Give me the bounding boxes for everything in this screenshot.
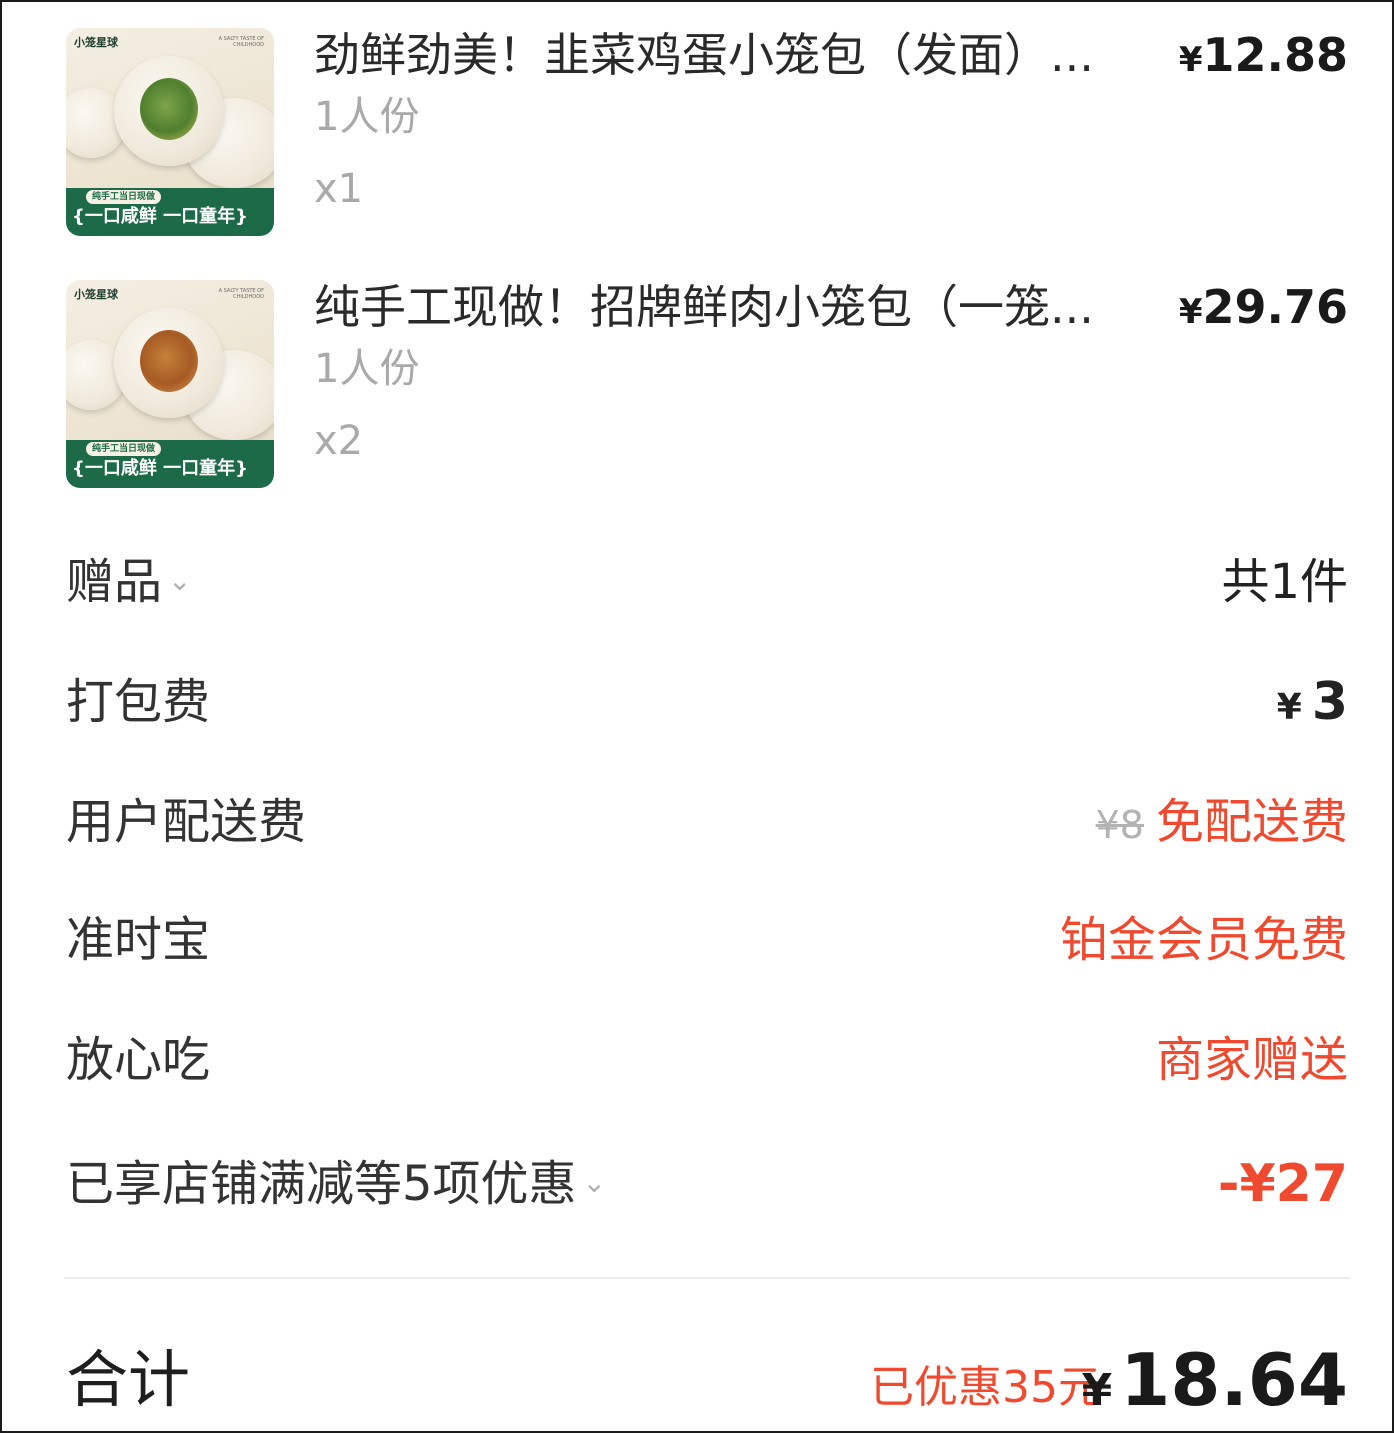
- currency-symbol: ¥: [1081, 1365, 1113, 1416]
- chevron-down-icon[interactable]: ⌄: [583, 1151, 606, 1215]
- original-delivery-fee: ¥8: [1095, 803, 1144, 847]
- free-delivery-text: 免配送费: [1155, 794, 1348, 850]
- gift-row[interactable]: 赠品 ⌄ 共1件: [66, 550, 1348, 614]
- item-quantity: x2: [314, 418, 364, 464]
- thumbnail-tagline: A SALTY TASTE OF CHILDHOOD: [218, 36, 264, 48]
- gift-count: 共1件: [1221, 554, 1348, 610]
- safe-eating-value: 商家赠送: [1155, 1032, 1348, 1088]
- item-quantity: x1: [314, 166, 364, 212]
- ontime-guarantee-label: 准时宝: [66, 912, 211, 968]
- total-saved: 已优惠35元: [870, 1362, 1102, 1413]
- ontime-guarantee-value: 铂金会员免费: [1059, 912, 1348, 968]
- safe-eating-label: 放心吃: [66, 1032, 211, 1088]
- product-thumbnail[interactable]: 小笼星球 A SALTY TASTE OF CHILDHOOD 纯手工当日现做 …: [66, 280, 274, 488]
- packing-fee-amount: 3: [1311, 672, 1348, 732]
- packing-fee-row: 打包费 ¥3: [66, 670, 1348, 734]
- item-name: 纯手工现做！招牌鲜肉小笼包（一笼...: [314, 280, 1094, 334]
- item-spec: 1人份: [314, 346, 420, 392]
- item-price-value: 29.76: [1202, 280, 1348, 334]
- divider: [64, 1277, 1350, 1279]
- thumbnail-slogan: {一口咸鲜 一口童年}: [72, 206, 248, 227]
- bun-filling: [140, 78, 198, 140]
- thumbnail-tagline: A SALTY TASTE OF CHILDHOOD: [218, 288, 264, 300]
- total-label: 合计: [66, 1343, 191, 1416]
- item-price: ¥29.76: [1179, 280, 1348, 339]
- packing-fee-label: 打包费: [66, 674, 211, 730]
- delivery-fee-label: 用户配送费: [66, 794, 307, 850]
- delivery-fee-value: ¥8 免配送费: [1096, 790, 1348, 857]
- item-spec: 1人份: [314, 94, 420, 140]
- gift-label-text: 赠品: [66, 554, 163, 610]
- item-price-value: 12.88: [1202, 28, 1348, 82]
- order-item[interactable]: 小笼星球 A SALTY TASTE OF CHILDHOOD 纯手工当日现做 …: [66, 28, 1348, 238]
- product-thumbnail[interactable]: 小笼星球 A SALTY TASTE OF CHILDHOOD 纯手工当日现做 …: [66, 28, 274, 236]
- discount-label[interactable]: 已享店铺满减等5项优惠 ⌄: [66, 1152, 606, 1219]
- order-item[interactable]: 小笼星球 A SALTY TASTE OF CHILDHOOD 纯手工当日现做 …: [66, 280, 1348, 490]
- item-name: 劲鲜劲美！韭菜鸡蛋小笼包（发面）...: [314, 28, 1094, 82]
- currency-symbol: ¥: [1276, 687, 1302, 728]
- discount-amount: -¥27: [1217, 1154, 1348, 1214]
- total-amount-value: 18.64: [1120, 1338, 1348, 1422]
- ontime-guarantee-row: 准时宝 铂金会员免费: [66, 908, 1348, 972]
- thumbnail-brand: 小笼星球: [74, 36, 118, 49]
- safe-eating-row: 放心吃 商家赠送: [66, 1028, 1348, 1092]
- thumbnail-brand: 小笼星球: [74, 288, 118, 301]
- total-amount: ¥18.64: [1082, 1338, 1348, 1433]
- currency-symbol: ¥: [1178, 292, 1203, 332]
- discount-label-text: 已享店铺满减等5项优惠: [66, 1156, 577, 1212]
- chevron-down-icon[interactable]: ⌄: [168, 549, 191, 613]
- delivery-fee-row: 用户配送费 ¥8 免配送费: [66, 790, 1348, 854]
- thumbnail-slogan: {一口咸鲜 一口童年}: [72, 458, 248, 479]
- gift-label[interactable]: 赠品 ⌄: [66, 550, 191, 617]
- item-price: ¥12.88: [1179, 28, 1348, 87]
- discount-row[interactable]: 已享店铺满减等5项优惠 ⌄ -¥27: [66, 1152, 1348, 1216]
- bun-filling: [140, 330, 198, 392]
- currency-symbol: ¥: [1178, 40, 1203, 80]
- packing-fee-value: ¥3: [1277, 670, 1348, 740]
